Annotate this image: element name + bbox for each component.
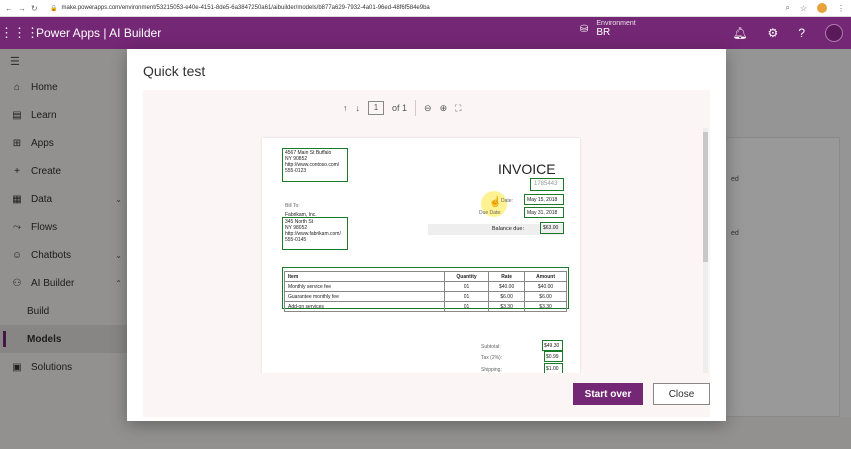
- table-cell: 01: [443, 301, 490, 312]
- table-cell: 01: [443, 281, 490, 292]
- document-viewer: ↑ ↓ 1 of 1 ⊖ ⊕ ⛶ 4567 Main St Buffalo NY…: [143, 90, 710, 417]
- zoom-in-icon[interactable]: ⊕: [440, 103, 448, 114]
- address-line: 555-0123: [285, 168, 307, 174]
- divider: [415, 100, 417, 116]
- start-over-button[interactable]: Start over: [573, 383, 643, 405]
- table-cell: Add-on services: [284, 301, 445, 312]
- arrow-up-icon[interactable]: ↑: [343, 103, 348, 113]
- line-items-table: Item Quantity Rate Amount Monthly servic…: [284, 271, 567, 312]
- help-icon[interactable]: ?: [798, 26, 805, 40]
- invoice-number: 1785443: [534, 181, 558, 187]
- viewer-scrollbar[interactable]: [703, 128, 708, 373]
- table-header-row: Item Quantity Rate Amount: [284, 271, 567, 282]
- column-header: Amount: [524, 271, 567, 282]
- table-row: Monthly service fee 01 $40.00 $40.00: [284, 281, 567, 292]
- viewer-toolbar: ↑ ↓ 1 of 1 ⊖ ⊕ ⛶: [343, 98, 461, 118]
- due-date: May 31, 2018: [527, 210, 558, 216]
- zoom-out-icon[interactable]: ⊖: [424, 103, 432, 114]
- gear-icon[interactable]: ⚙: [768, 26, 779, 40]
- app-header: ⋮⋮⋮ Power Apps | AI Builder ⛁ Environmen…: [0, 17, 851, 49]
- due-date-label: Due Date:: [479, 210, 502, 216]
- table-cell: $6.00: [524, 291, 567, 302]
- menu-icon[interactable]: ⋮: [837, 4, 845, 13]
- app-title[interactable]: Power Apps | AI Builder: [36, 26, 161, 40]
- zoom-icon[interactable]: ⌕: [785, 3, 789, 13]
- table-row: Guarantee monthly fee 01 $6.00 $6.00: [284, 291, 567, 302]
- forward-icon[interactable]: →: [18, 4, 26, 13]
- tax-label: Tax (2%):: [481, 355, 503, 361]
- browser-toolbar: ← → ↻ 🔒 make.powerapps.com/environment/5…: [0, 0, 851, 17]
- table-cell: $3.30: [488, 301, 526, 312]
- subtotal-value: $49.30: [544, 343, 560, 349]
- table-row: Add-on services 01 $3.30 $3.30: [284, 301, 567, 312]
- column-header: Rate: [488, 271, 526, 282]
- sender-address: 4567 Main St Buffalo NY 90852 http://www…: [285, 150, 339, 174]
- profile-icon[interactable]: [817, 3, 827, 13]
- browser-nav: ← → ↻: [0, 4, 50, 13]
- hand-cursor-icon: ☝: [489, 197, 502, 208]
- environment-label: Environment: [596, 20, 636, 27]
- subtotal-label: Subtotal:: [481, 344, 501, 350]
- address-line: 555-0145: [285, 237, 307, 243]
- document-area[interactable]: 4567 Main St Buffalo NY 90852 http://www…: [143, 128, 710, 373]
- bill-to-label: Bill To:: [285, 203, 300, 209]
- shipping-value: $1.00: [546, 366, 559, 372]
- dialog-footer: Start over Close: [573, 383, 710, 405]
- scrollbar-thumb[interactable]: [703, 132, 708, 262]
- fit-page-icon[interactable]: ⛶: [455, 103, 461, 114]
- bell-icon[interactable]: 🔔︎: [732, 26, 747, 40]
- column-header: Quantity: [443, 271, 490, 282]
- environment-picker[interactable]: ⛁ Environment BR: [580, 20, 636, 38]
- date-label: Date:: [501, 198, 513, 204]
- reload-icon[interactable]: ↻: [31, 4, 38, 13]
- quick-test-dialog: Quick test ↑ ↓ 1 of 1 ⊖ ⊕ ⛶ 4567 Main St…: [127, 49, 726, 421]
- arrow-down-icon[interactable]: ↓: [356, 103, 361, 113]
- address-bar[interactable]: make.powerapps.com/environment/53215053-…: [61, 5, 785, 11]
- lock-icon: 🔒: [50, 5, 58, 12]
- table-cell: $3.30: [524, 301, 567, 312]
- table-cell: Guarantee monthly fee: [284, 291, 445, 302]
- table-cell: $6.00: [488, 291, 526, 302]
- column-header: Item: [284, 271, 445, 282]
- balance-due: $63.00: [543, 225, 559, 231]
- table-cell: $40.00: [524, 281, 567, 292]
- tax-value: $0.99: [546, 354, 559, 360]
- back-icon[interactable]: ←: [5, 4, 13, 13]
- bill-to-address: 345 North St NY 98052 http://www.fabrika…: [285, 219, 341, 243]
- invoice-title: INVOICE: [498, 161, 556, 177]
- shipping-label: Shipping:: [481, 367, 502, 373]
- close-button[interactable]: Close: [653, 383, 710, 405]
- environment-value: BR: [596, 27, 611, 38]
- star-icon[interactable]: ☆: [800, 4, 807, 13]
- waffle-icon[interactable]: ⋮⋮⋮: [0, 25, 39, 41]
- invoice-page: 4567 Main St Buffalo NY 90852 http://www…: [262, 138, 580, 373]
- environment-icon: ⛁: [580, 23, 589, 35]
- invoice-date: May 15, 2018: [527, 197, 558, 203]
- table-cell: $40.00: [488, 281, 526, 292]
- page-input[interactable]: 1: [368, 101, 384, 115]
- dialog-title: Quick test: [143, 63, 206, 79]
- table-cell: Monthly service fee: [284, 281, 445, 292]
- table-cell: 01: [443, 291, 490, 302]
- page-count: of 1: [392, 103, 408, 113]
- avatar[interactable]: [825, 24, 843, 42]
